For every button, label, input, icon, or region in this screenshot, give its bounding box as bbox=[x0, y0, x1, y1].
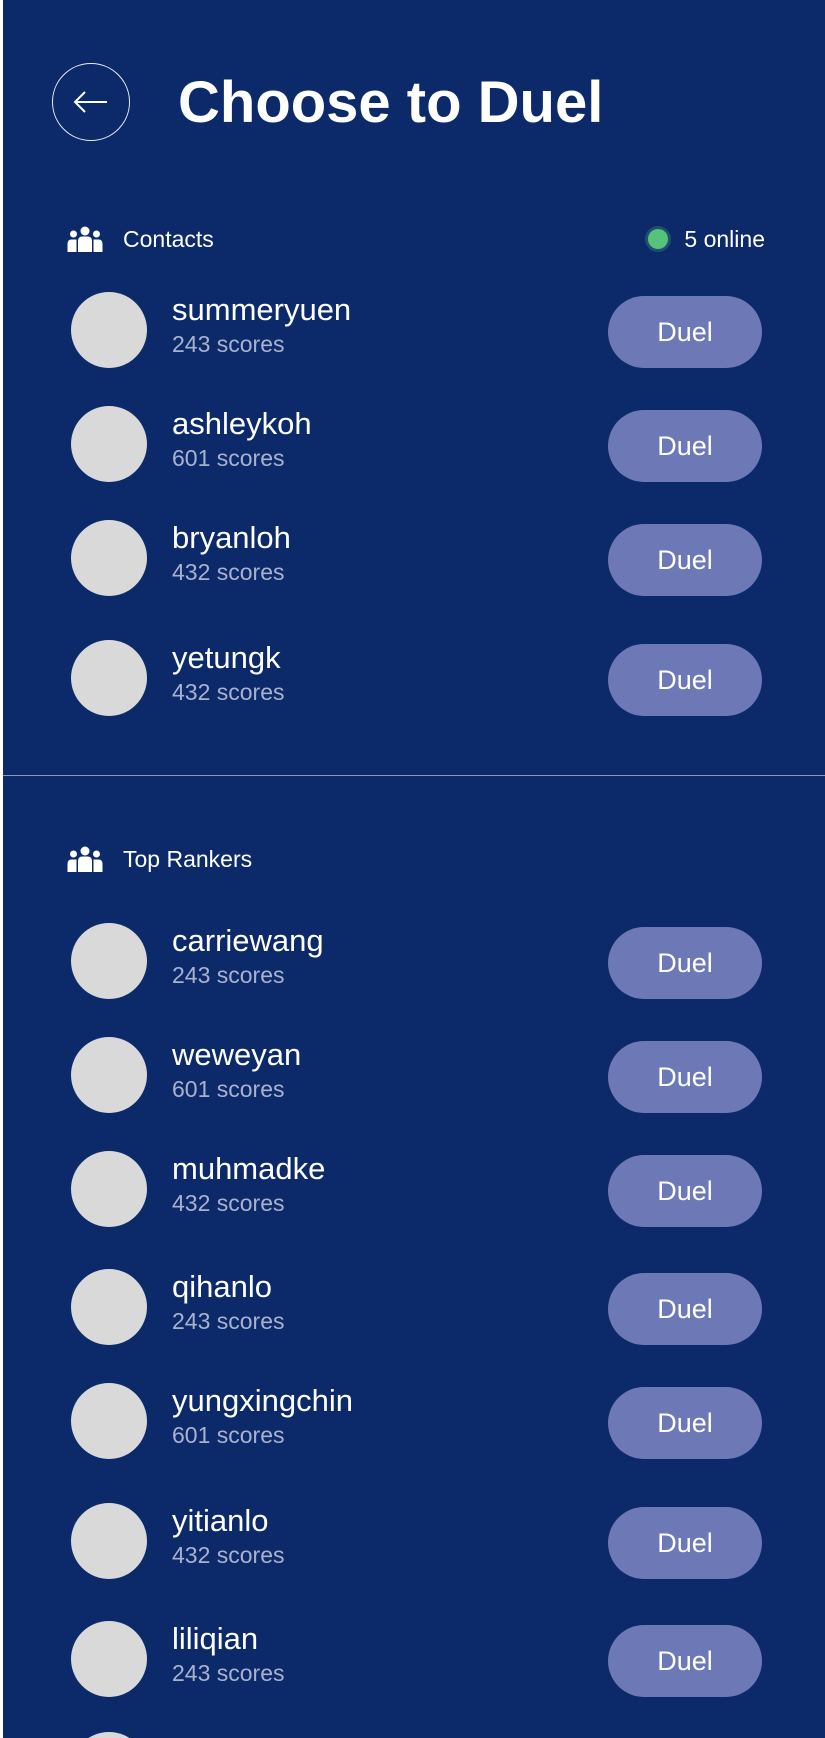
duel-button[interactable]: Duel bbox=[608, 644, 762, 716]
online-count: 5 online bbox=[684, 225, 765, 252]
user-score: 243 scores bbox=[172, 962, 285, 988]
avatar[interactable] bbox=[71, 1383, 147, 1459]
duel-button[interactable]: Duel bbox=[608, 296, 762, 368]
duel-button[interactable]: Duel bbox=[608, 1387, 762, 1459]
duel-button[interactable]: Duel bbox=[608, 524, 762, 596]
ranker-row: carriewang 243 scores Duel bbox=[71, 923, 762, 999]
user-score: 432 scores bbox=[172, 679, 285, 705]
user-name: weweyan bbox=[172, 1037, 302, 1072]
contact-row: bryanloh 432 scores Duel bbox=[71, 520, 762, 596]
user-name: liliqian bbox=[172, 1621, 259, 1656]
contact-row: yetungk 432 scores Duel bbox=[71, 640, 762, 716]
avatar[interactable] bbox=[71, 1037, 147, 1113]
page-title: Choose to Duel bbox=[178, 70, 604, 135]
online-status: 5 online bbox=[648, 225, 765, 253]
duel-button[interactable]: Duel bbox=[608, 1041, 762, 1113]
duel-button[interactable]: Duel bbox=[608, 927, 762, 999]
user-score: 243 scores bbox=[172, 1308, 285, 1334]
ranker-row: muhmadke 432 scores Duel bbox=[71, 1151, 762, 1227]
duel-button[interactable]: Duel bbox=[608, 410, 762, 482]
people-group-icon bbox=[67, 226, 103, 252]
user-score: 432 scores bbox=[172, 559, 285, 585]
contacts-section-header: Contacts 5 online bbox=[67, 221, 765, 255]
avatar[interactable] bbox=[71, 1732, 147, 1738]
user-name: yetungk bbox=[172, 640, 281, 675]
user-name: muhmadke bbox=[172, 1151, 326, 1186]
user-name: yungxingchin bbox=[172, 1383, 353, 1418]
duel-button[interactable]: Duel bbox=[608, 1507, 762, 1579]
user-score: 243 scores bbox=[172, 1660, 285, 1686]
user-score: 432 scores bbox=[172, 1190, 285, 1216]
avatar[interactable] bbox=[71, 640, 147, 716]
ranker-row: liliqian 243 scores Duel bbox=[71, 1621, 762, 1697]
user-score: 432 scores bbox=[172, 1542, 285, 1568]
duel-button[interactable]: Duel bbox=[608, 1625, 762, 1697]
user-name: ashleykoh bbox=[172, 406, 312, 441]
user-name: summeryuen bbox=[172, 292, 352, 327]
user-score: 243 scores bbox=[172, 331, 285, 357]
duel-button[interactable]: Duel bbox=[608, 1273, 762, 1345]
duel-screen: Choose to Duel Contacts 5 online summery… bbox=[3, 0, 825, 1738]
avatar[interactable] bbox=[71, 292, 147, 368]
section-divider bbox=[3, 775, 825, 776]
avatar[interactable] bbox=[71, 1621, 147, 1697]
avatar[interactable] bbox=[71, 1269, 147, 1345]
arrow-left-icon bbox=[73, 91, 107, 113]
online-dot-icon bbox=[648, 229, 669, 249]
duel-button[interactable]: Duel bbox=[608, 1155, 762, 1227]
user-name: bryanloh bbox=[172, 520, 291, 555]
top-rankers-section-header: Top Rankers bbox=[67, 841, 765, 875]
ranker-row: qihanlo 243 scores Duel bbox=[71, 1269, 762, 1345]
avatar[interactable] bbox=[71, 923, 147, 999]
contact-row: ashleykoh 601 scores Duel bbox=[71, 406, 762, 482]
user-score: 601 scores bbox=[172, 445, 285, 471]
ranker-row: yungxingchin 601 scores Duel bbox=[71, 1383, 762, 1459]
avatar[interactable] bbox=[71, 520, 147, 596]
avatar[interactable] bbox=[71, 406, 147, 482]
contacts-label: Contacts bbox=[123, 226, 214, 252]
user-name: yitianlo bbox=[172, 1503, 269, 1538]
ranker-row: yitianlo 432 scores Duel bbox=[71, 1503, 762, 1579]
back-button[interactable] bbox=[52, 63, 130, 141]
avatar[interactable] bbox=[71, 1503, 147, 1579]
user-score: 601 scores bbox=[172, 1076, 285, 1102]
top-rankers-label: Top Rankers bbox=[123, 846, 253, 872]
user-name: carriewang bbox=[172, 923, 324, 958]
avatar[interactable] bbox=[71, 1151, 147, 1227]
contact-row: summeryuen 243 scores Duel bbox=[71, 292, 762, 368]
user-name: qihanlo bbox=[172, 1269, 272, 1304]
ranker-row: weweyan 601 scores Duel bbox=[71, 1037, 762, 1113]
people-group-icon bbox=[67, 846, 103, 872]
user-score: 601 scores bbox=[172, 1422, 285, 1448]
